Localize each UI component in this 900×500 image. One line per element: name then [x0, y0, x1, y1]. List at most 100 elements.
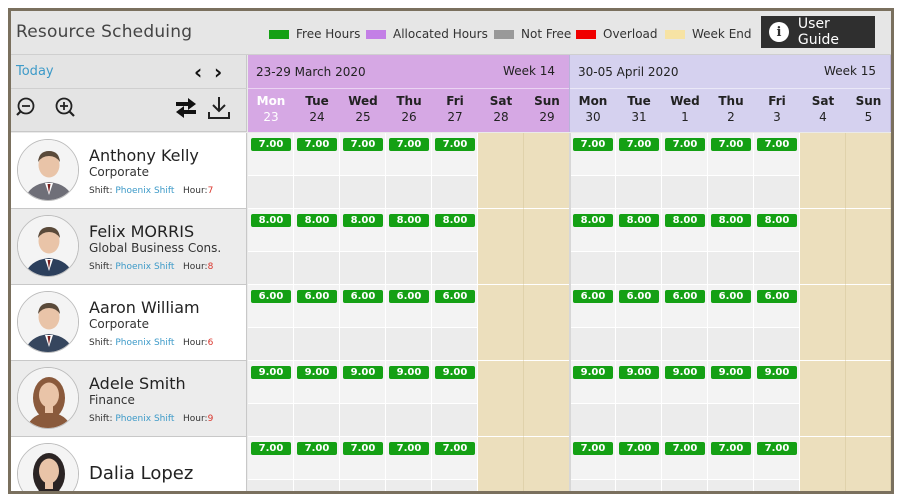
free-hours-badge[interactable]: 7.00 — [619, 442, 659, 455]
resource-name[interactable]: Aaron William — [89, 298, 200, 317]
zoom-out-icon[interactable] — [15, 95, 41, 121]
day-cell[interactable]: 7.00 — [754, 133, 800, 176]
allocation-cell[interactable] — [754, 328, 800, 361]
allocation-cell[interactable] — [616, 176, 662, 209]
free-hours-badge[interactable]: 8.00 — [297, 214, 337, 227]
allocation-cell[interactable] — [616, 404, 662, 437]
day-cell[interactable]: 9.00 — [708, 361, 754, 404]
resource-name[interactable]: Adele Smith — [89, 374, 186, 393]
allocation-cell[interactable] — [294, 404, 340, 437]
free-hours-badge[interactable]: 6.00 — [343, 290, 383, 303]
free-hours-badge[interactable]: 8.00 — [711, 214, 751, 227]
allocation-cell[interactable] — [432, 176, 478, 209]
free-hours-badge[interactable]: 7.00 — [757, 138, 797, 151]
day-cell[interactable]: 6.00 — [386, 285, 432, 328]
allocation-cell[interactable] — [386, 252, 432, 285]
free-hours-badge[interactable]: 7.00 — [435, 442, 475, 455]
allocation-cell[interactable] — [340, 252, 386, 285]
free-hours-badge[interactable]: 6.00 — [297, 290, 337, 303]
day-cell[interactable]: 9.00 — [432, 361, 478, 404]
day-cell[interactable]: 9.00 — [386, 361, 432, 404]
free-hours-badge[interactable]: 6.00 — [711, 290, 751, 303]
day-cell[interactable]: 9.00 — [616, 361, 662, 404]
day-cell[interactable]: 6.00 — [294, 285, 340, 328]
day-cell[interactable]: 6.00 — [708, 285, 754, 328]
free-hours-badge[interactable]: 7.00 — [573, 442, 613, 455]
allocation-cell[interactable] — [570, 404, 616, 437]
free-hours-badge[interactable]: 9.00 — [619, 366, 659, 379]
free-hours-badge[interactable]: 7.00 — [757, 442, 797, 455]
free-hours-badge[interactable]: 8.00 — [251, 214, 291, 227]
day-cell[interactable]: 7.00 — [340, 133, 386, 176]
day-cell[interactable]: 8.00 — [386, 209, 432, 252]
allocation-cell[interactable] — [432, 328, 478, 361]
today-button[interactable]: Today — [16, 64, 54, 79]
day-cell[interactable]: 6.00 — [248, 285, 294, 328]
allocation-cell[interactable] — [570, 328, 616, 361]
free-hours-badge[interactable]: 7.00 — [665, 442, 705, 455]
free-hours-badge[interactable]: 7.00 — [297, 138, 337, 151]
day-cell[interactable]: 9.00 — [340, 361, 386, 404]
free-hours-badge[interactable]: 6.00 — [757, 290, 797, 303]
free-hours-badge[interactable]: 8.00 — [435, 214, 475, 227]
user-guide-button[interactable]: i User Guide — [761, 16, 875, 48]
allocation-cell[interactable] — [248, 404, 294, 437]
allocation-cell[interactable] — [708, 328, 754, 361]
allocation-cell[interactable] — [294, 252, 340, 285]
day-cell[interactable]: 7.00 — [294, 437, 340, 480]
allocation-cell[interactable] — [662, 480, 708, 491]
free-hours-badge[interactable]: 7.00 — [251, 442, 291, 455]
day-cell[interactable]: 9.00 — [294, 361, 340, 404]
shift-link[interactable]: Phoenix Shift — [115, 186, 174, 196]
free-hours-badge[interactable]: 9.00 — [389, 366, 429, 379]
allocation-cell[interactable] — [294, 480, 340, 491]
allocation-cell[interactable] — [754, 176, 800, 209]
day-cell[interactable]: 7.00 — [248, 437, 294, 480]
day-cell[interactable]: 7.00 — [570, 437, 616, 480]
day-cell[interactable]: 7.00 — [386, 133, 432, 176]
allocation-cell[interactable] — [386, 176, 432, 209]
day-cell[interactable]: 7.00 — [432, 437, 478, 480]
avatar-female-icon[interactable] — [17, 367, 79, 429]
day-cell[interactable]: 8.00 — [294, 209, 340, 252]
allocation-cell[interactable] — [248, 176, 294, 209]
day-cell[interactable]: 8.00 — [432, 209, 478, 252]
shift-link[interactable]: Phoenix Shift — [115, 262, 174, 272]
free-hours-badge[interactable]: 9.00 — [757, 366, 797, 379]
avatar-male-icon[interactable] — [17, 139, 79, 201]
day-cell[interactable]: 6.00 — [616, 285, 662, 328]
allocation-cell[interactable] — [754, 404, 800, 437]
day-cell[interactable]: 7.00 — [708, 437, 754, 480]
allocation-cell[interactable] — [294, 328, 340, 361]
allocation-cell[interactable] — [294, 176, 340, 209]
free-hours-badge[interactable]: 6.00 — [573, 290, 613, 303]
free-hours-badge[interactable]: 9.00 — [711, 366, 751, 379]
free-hours-badge[interactable]: 6.00 — [435, 290, 475, 303]
allocation-cell[interactable] — [662, 404, 708, 437]
free-hours-badge[interactable]: 7.00 — [343, 138, 383, 151]
zoom-in-icon[interactable] — [53, 95, 79, 121]
day-cell[interactable]: 7.00 — [294, 133, 340, 176]
allocation-cell[interactable] — [616, 328, 662, 361]
allocation-cell[interactable] — [386, 404, 432, 437]
day-cell[interactable]: 8.00 — [754, 209, 800, 252]
free-hours-badge[interactable]: 9.00 — [251, 366, 291, 379]
day-cell[interactable]: 9.00 — [570, 361, 616, 404]
allocation-cell[interactable] — [570, 480, 616, 491]
allocation-cell[interactable] — [248, 328, 294, 361]
chevron-left-icon[interactable]: ‹ — [194, 60, 202, 84]
day-cell[interactable]: 7.00 — [616, 437, 662, 480]
free-hours-badge[interactable]: 7.00 — [619, 138, 659, 151]
allocation-cell[interactable] — [248, 252, 294, 285]
allocation-cell[interactable] — [662, 328, 708, 361]
avatar-male-icon[interactable] — [17, 215, 79, 277]
day-cell[interactable]: 6.00 — [570, 285, 616, 328]
allocation-cell[interactable] — [570, 252, 616, 285]
free-hours-badge[interactable]: 6.00 — [665, 290, 705, 303]
allocation-cell[interactable] — [708, 480, 754, 491]
free-hours-badge[interactable]: 7.00 — [711, 138, 751, 151]
resource-name[interactable]: Anthony Kelly — [89, 146, 199, 165]
allocation-cell[interactable] — [432, 404, 478, 437]
allocation-cell[interactable] — [340, 328, 386, 361]
free-hours-badge[interactable]: 6.00 — [619, 290, 659, 303]
